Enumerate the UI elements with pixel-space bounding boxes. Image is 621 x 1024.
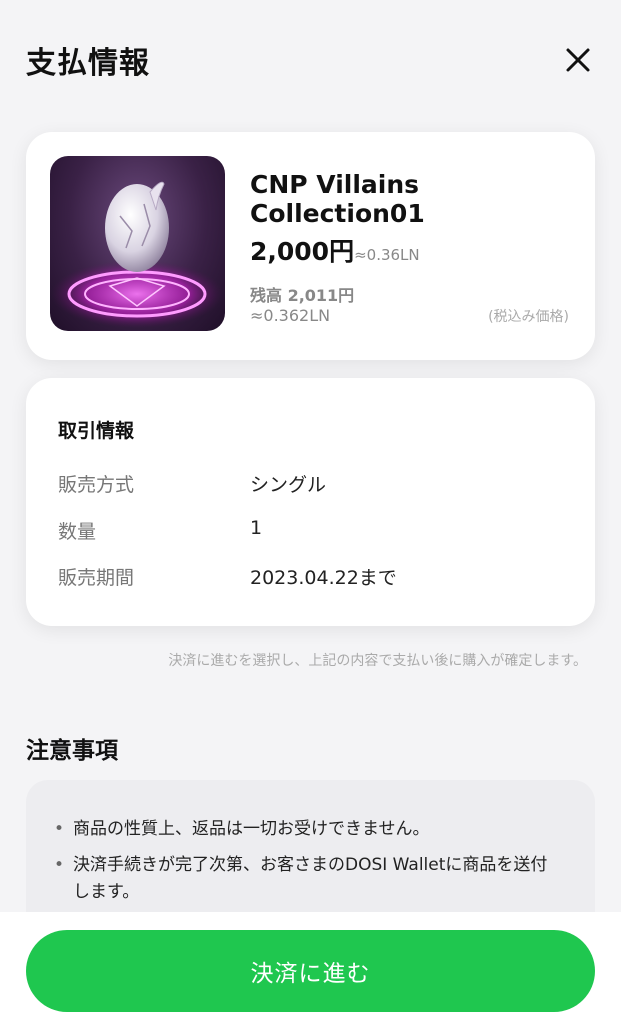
bullet-icon: • — [54, 855, 65, 875]
egg-artwork-icon — [51, 181, 223, 328]
info-label: 数量 — [58, 521, 97, 543]
caution-item: • 決済手続きが完了次第、お客さまのDOSI Walletに商品を送付します。 — [54, 852, 554, 906]
product-card: CNP Villains Collection01 2,000円≈0.36LN … — [26, 132, 595, 360]
tax-note: (税込み価格) — [488, 309, 569, 325]
info-label: 販売期間 — [58, 567, 135, 589]
bullet-icon: • — [54, 819, 65, 839]
product-thumbnail — [50, 156, 225, 331]
product-price-ln: ≈0.36LN — [354, 246, 420, 264]
caution-item: • 商品の性質上、返品は一切お受けできません。 — [54, 816, 554, 843]
info-label: 販売方式 — [58, 474, 135, 496]
caution-item-text: 商品の性質上、返品は一切お受けできません。 — [73, 819, 430, 839]
close-button[interactable] — [562, 44, 594, 76]
footer-bar: 決済に進む — [0, 912, 621, 1024]
transaction-info-card: 取引情報 販売方式 シングル 数量 1 販売期間 2023.04.22まで — [26, 378, 595, 626]
price-row: 2,000円≈0.36LN — [250, 232, 420, 268]
info-value: 1 — [250, 517, 263, 539]
info-row-quantity: 数量 1 — [58, 517, 558, 547]
balance-ln: ≈0.362LN — [250, 306, 331, 325]
transaction-info-title: 取引情報 — [58, 420, 135, 442]
caution-title: 注意事項 — [26, 738, 118, 764]
payment-sheet: 支払情報 CNP Villains Collection01 2,000円≈0.… — [0, 0, 621, 1024]
info-row-sale-method: 販売方式 シングル — [58, 470, 558, 500]
close-icon[interactable] — [562, 44, 594, 76]
page-title: 支払情報 — [26, 46, 150, 81]
header: 支払情報 — [0, 0, 621, 115]
product-price: 2,000円 — [250, 237, 355, 266]
caution-item-text: 決済手続きが完了次第、お客さまのDOSI Walletに商品を送付します。 — [73, 855, 548, 902]
product-name: CNP Villains Collection01 — [250, 170, 425, 228]
info-value: シングル — [250, 474, 327, 496]
proceed-payment-button[interactable]: 決済に進む — [26, 930, 595, 1012]
info-row-sale-period: 販売期間 2023.04.22まで — [58, 563, 558, 593]
info-value: 2023.04.22まで — [250, 567, 397, 589]
confirm-notice: 決済に進むを選択し、上記の内容で支払い後に購入が確定します。 — [168, 653, 587, 669]
balance-label: 残高 2,011円 — [250, 286, 355, 305]
